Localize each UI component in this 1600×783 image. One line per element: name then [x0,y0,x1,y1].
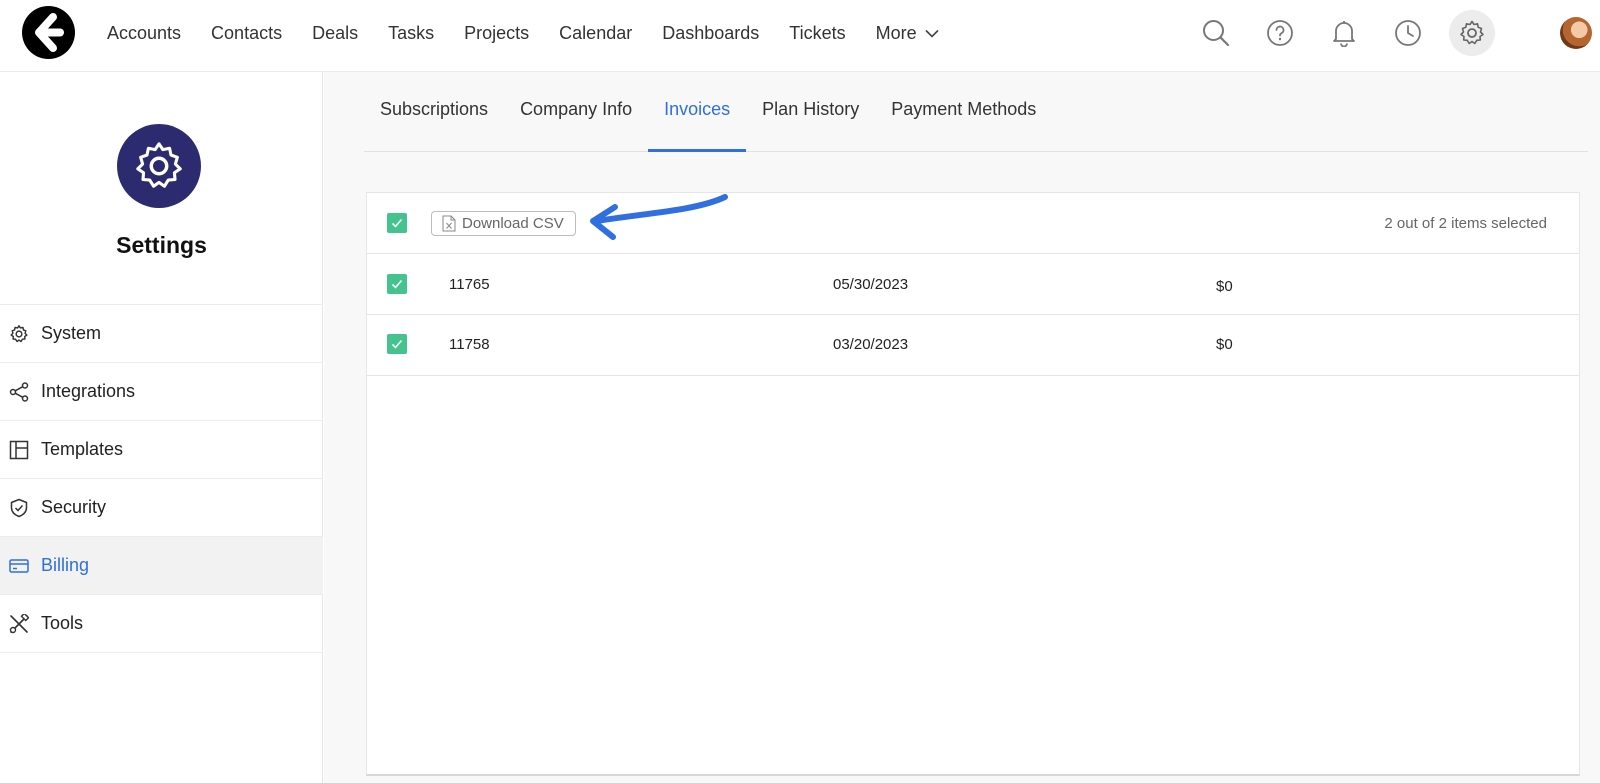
download-csv-label: Download CSV [462,215,564,232]
settings-menu: System Integrations Templates Security B… [0,304,323,653]
gear-icon [8,323,30,345]
nav-item-tasks[interactable]: Tasks [373,23,449,44]
gear-icon [1460,20,1484,45]
clock-icon [1395,20,1421,46]
tab-payment-methods[interactable]: Payment Methods [875,72,1052,152]
tab-subscriptions[interactable]: Subscriptions [364,72,504,152]
settings-badge [117,124,201,208]
table-toolbar: Download CSV 2 out of 2 items selected [367,193,1579,254]
credit-card-icon [8,555,30,577]
csv-file-icon [442,215,456,232]
nav-item-accounts[interactable]: Accounts [92,23,196,44]
help-button[interactable] [1257,10,1303,56]
invoice-date: 05/30/2023 [833,276,909,293]
sidebar-item-label: Integrations [41,381,136,401]
settings-sidebar: Settings System Integrations Templates S… [0,72,323,783]
tab-invoices[interactable]: Invoices [648,72,747,152]
nav-item-dashboards[interactable]: Dashboards [647,23,774,44]
sidebar-item-label: System [41,323,102,343]
search-icon [1203,20,1230,47]
invoice-id: 11765 [449,276,490,293]
sidebar-item-security[interactable]: Security [0,479,323,537]
sidebar-item-label: Security [41,497,107,517]
user-avatar[interactable] [1560,17,1592,49]
sidebar-item-label: Billing [41,555,90,575]
checkmark-icon [391,339,403,349]
selection-count: 2 out of 2 items selected [1384,215,1547,232]
sidebar-item-system[interactable]: System [0,305,323,363]
layout-icon [8,439,30,461]
header-icons [1180,0,1600,66]
checkmark-icon [391,218,403,228]
nav-item-tickets[interactable]: Tickets [774,23,860,44]
sidebar-item-templates[interactable]: Templates [0,421,323,479]
tools-icon [8,613,30,635]
search-button[interactable] [1193,10,1239,56]
sidebar-item-label: Templates [41,439,124,459]
chevron-down-icon [925,29,939,38]
select-all-checkbox[interactable] [387,213,407,233]
settings-title: Settings [116,232,207,258]
invoices-table: Download CSV 2 out of 2 items selected 1… [366,192,1580,776]
help-icon [1267,20,1293,46]
recent-activity-button[interactable] [1385,10,1431,56]
sidebar-item-billing[interactable]: Billing [0,537,323,595]
nav-item-calendar[interactable]: Calendar [544,23,647,44]
billing-tabs: Subscriptions Company Info Invoices Plan… [364,72,1588,152]
main-content: Subscriptions Company Info Invoices Plan… [324,72,1600,783]
nav-more-menu[interactable]: More [861,23,954,44]
logo-mark-icon [35,13,64,52]
nav-item-projects[interactable]: Projects [449,23,544,44]
invoice-amount: $0 [1216,336,1233,353]
top-navigation-bar: Accounts Contacts Deals Tasks Projects C… [0,0,1600,72]
invoice-amount: $0 [1216,278,1233,295]
nav-item-deals[interactable]: Deals [297,23,373,44]
table-row[interactable]: 11758 03/20/2023 $0 [367,315,1579,376]
annotation-arrow-icon [590,194,728,240]
checkmark-icon [391,279,403,289]
row-checkbox[interactable] [387,334,407,354]
tab-company-info[interactable]: Company Info [504,72,648,152]
gear-icon [136,142,182,188]
app-logo[interactable] [22,6,75,59]
download-csv-button[interactable]: Download CSV [431,211,576,236]
settings-button[interactable] [1449,10,1495,56]
sidebar-item-label: Tools [41,613,84,633]
sidebar-item-integrations[interactable]: Integrations [0,363,323,421]
sidebar-item-tools[interactable]: Tools [0,595,323,653]
row-checkbox[interactable] [387,274,407,294]
shield-icon [8,497,30,519]
share-icon [8,381,30,403]
bell-icon [1333,21,1355,47]
nav-item-contacts[interactable]: Contacts [196,23,297,44]
notifications-button[interactable] [1321,10,1367,56]
nav-more-label: More [875,22,917,43]
invoice-id: 11758 [449,336,490,353]
tab-plan-history[interactable]: Plan History [746,72,875,152]
invoice-date: 03/20/2023 [833,336,909,353]
table-row[interactable]: 11765 05/30/2023 $0 [367,254,1579,315]
main-nav: Accounts Contacts Deals Tasks Projects C… [92,0,954,66]
